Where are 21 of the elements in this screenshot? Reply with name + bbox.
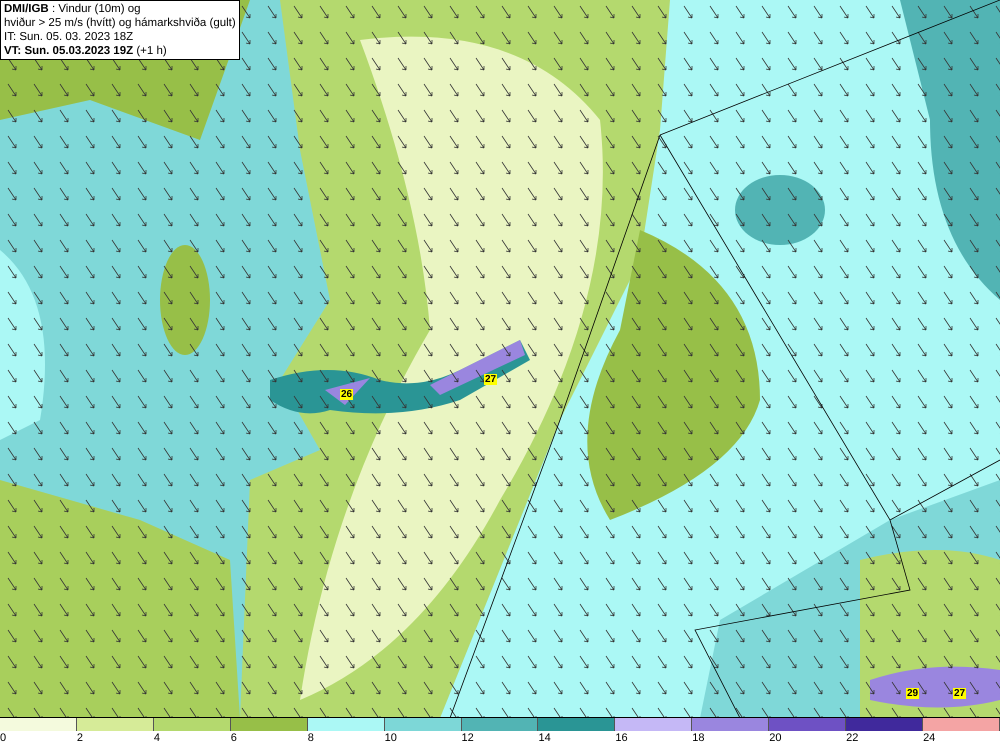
gust-value-label: 29	[906, 688, 920, 699]
legend-tick-label: 18	[691, 731, 705, 746]
legend-tick-label: 10	[384, 731, 397, 746]
legend-tick-label: 4	[152, 731, 160, 746]
legend-tick-label: 20	[768, 731, 782, 746]
legend-tick-label: 8	[306, 731, 314, 746]
legend-tick-label: 12	[460, 731, 474, 746]
legend-tick-label: 2	[76, 731, 84, 746]
gust-value-label: 27	[953, 688, 966, 699]
legend-tick-label: 6	[230, 731, 237, 746]
title-line: DMI/IGB : Vindur (10m) og	[4, 2, 142, 16]
legend-tick-label: 14	[537, 731, 551, 746]
gust-value-label: 27	[484, 374, 498, 385]
issue-time: IT: Sun. 05. 03. 2023 18Z	[4, 30, 134, 44]
legend-tick-label: 16	[614, 731, 628, 746]
legend-tick-label: 24	[922, 731, 936, 746]
subtitle-line: hviður > 25 m/s (hvítt) og hámarkshviða (gult)	[4, 16, 236, 30]
gust-value-label: 26	[340, 389, 354, 400]
legend-tick-label: 22	[845, 731, 858, 746]
legend-tick-label: 0	[0, 731, 6, 746]
valid-time: VT: Sun. 05.03.2023 19Z (+1 h)	[4, 44, 168, 58]
